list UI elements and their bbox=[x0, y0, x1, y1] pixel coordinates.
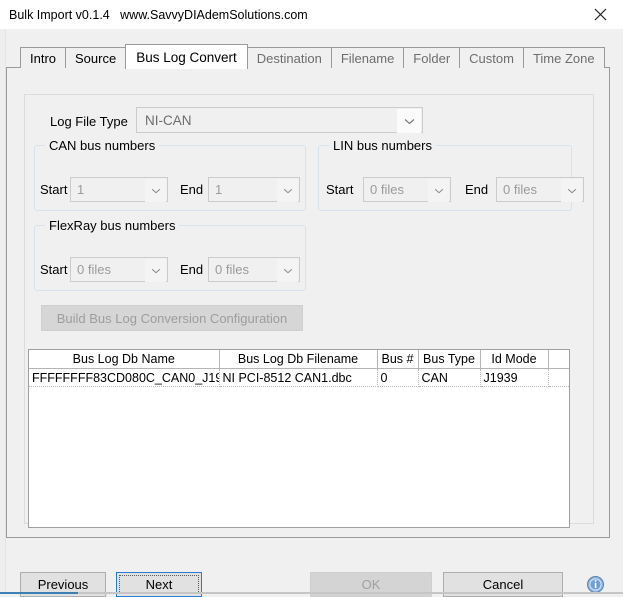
tab-custom[interactable]: Custom bbox=[459, 47, 524, 68]
chevron-down-icon bbox=[277, 259, 298, 282]
window-body: Intro Source Bus Log Convert Destination… bbox=[0, 29, 623, 594]
column-header-filler bbox=[548, 350, 569, 369]
log-file-type-value: NI-CAN bbox=[145, 113, 192, 128]
table-header-row: Bus Log Db Name Bus Log Db Filename Bus … bbox=[29, 350, 569, 369]
tab-source[interactable]: Source bbox=[65, 47, 126, 68]
lin-end-value: 0 files bbox=[503, 182, 537, 197]
bus-log-db-grid[interactable]: Bus Log Db Name Bus Log Db Filename Bus … bbox=[28, 349, 570, 528]
chevron-down-icon bbox=[428, 179, 449, 202]
cell-bus-log-db-name[interactable]: FFFFFFFF83CD080C_CAN0_J1939 bbox=[29, 369, 219, 387]
table-row[interactable]: FFFFFFFF83CD080C_CAN0_J1939 NI PCI-8512 … bbox=[29, 369, 569, 387]
tab-destination[interactable]: Destination bbox=[247, 47, 332, 68]
flexray-bus-numbers-title: FlexRay bus numbers bbox=[45, 218, 179, 233]
bus-log-db-table: Bus Log Db Name Bus Log Db Filename Bus … bbox=[29, 350, 569, 387]
flexray-end-combobox[interactable]: 0 files bbox=[208, 257, 300, 282]
can-start-label: Start bbox=[40, 182, 67, 197]
flexray-start-value: 0 files bbox=[77, 262, 111, 277]
cell-filler bbox=[548, 369, 569, 387]
can-end-value: 1 bbox=[215, 182, 222, 197]
can-end-combobox[interactable]: 1 bbox=[208, 177, 300, 202]
column-header-bus-log-db-filename[interactable]: Bus Log Db Filename bbox=[219, 350, 377, 369]
can-end-label: End bbox=[180, 182, 203, 197]
chevron-down-icon bbox=[277, 179, 298, 202]
log-file-type-combobox[interactable]: NI-CAN bbox=[136, 107, 423, 133]
flexray-end-label: End bbox=[180, 262, 203, 277]
flexray-start-combobox[interactable]: 0 files bbox=[70, 257, 168, 282]
column-header-bus-type[interactable]: Bus Type bbox=[418, 350, 480, 369]
title-bar: Bulk Import v0.1.4 www.SavvyDIAdemSoluti… bbox=[0, 0, 623, 29]
column-header-bus-log-db-name[interactable]: Bus Log Db Name bbox=[29, 350, 219, 369]
flexray-start-label: Start bbox=[40, 262, 67, 277]
build-bus-log-conversion-configuration-button[interactable]: Build Bus Log Conversion Configuration bbox=[41, 305, 303, 331]
tab-time-zone[interactable]: Time Zone bbox=[523, 47, 605, 68]
can-start-combobox[interactable]: 1 bbox=[70, 177, 168, 202]
lin-bus-numbers-title: LIN bus numbers bbox=[329, 138, 436, 153]
tab-intro[interactable]: Intro bbox=[20, 47, 66, 68]
column-header-bus-number[interactable]: Bus # bbox=[377, 350, 418, 369]
tab-folder[interactable]: Folder bbox=[403, 47, 460, 68]
tab-bus-log-convert[interactable]: Bus Log Convert bbox=[125, 44, 248, 69]
chevron-down-icon bbox=[145, 179, 166, 202]
cell-bus-type[interactable]: CAN bbox=[418, 369, 480, 387]
flexray-end-value: 0 files bbox=[215, 262, 249, 277]
chevron-down-icon bbox=[561, 179, 582, 202]
window-title: Bulk Import v0.1.4 www.SavvyDIAdemSoluti… bbox=[9, 8, 308, 22]
tab-strip: Intro Source Bus Log Convert Destination… bbox=[20, 45, 604, 68]
tab-filename[interactable]: Filename bbox=[331, 47, 404, 68]
can-start-value: 1 bbox=[77, 182, 84, 197]
chevron-down-icon bbox=[145, 259, 166, 282]
lin-end-combobox[interactable]: 0 files bbox=[496, 177, 584, 202]
close-icon bbox=[594, 8, 607, 21]
can-bus-numbers-title: CAN bus numbers bbox=[45, 138, 159, 153]
chevron-down-icon bbox=[397, 109, 421, 133]
close-button[interactable] bbox=[577, 0, 623, 29]
info-icon[interactable] bbox=[587, 576, 604, 593]
cell-bus-log-db-filename[interactable]: NI PCI-8512 CAN1.dbc bbox=[219, 369, 377, 387]
lin-start-label: Start bbox=[326, 182, 353, 197]
right-edge-strip bbox=[617, 29, 623, 594]
lin-start-value: 0 files bbox=[370, 182, 404, 197]
cell-id-mode[interactable]: J1939 bbox=[480, 369, 548, 387]
column-header-id-mode[interactable]: Id Mode bbox=[480, 350, 548, 369]
cell-bus-number[interactable]: 0 bbox=[377, 369, 418, 387]
lin-start-combobox[interactable]: 0 files bbox=[363, 177, 451, 202]
log-file-type-label: Log File Type bbox=[50, 114, 128, 129]
lin-end-label: End bbox=[465, 182, 488, 197]
